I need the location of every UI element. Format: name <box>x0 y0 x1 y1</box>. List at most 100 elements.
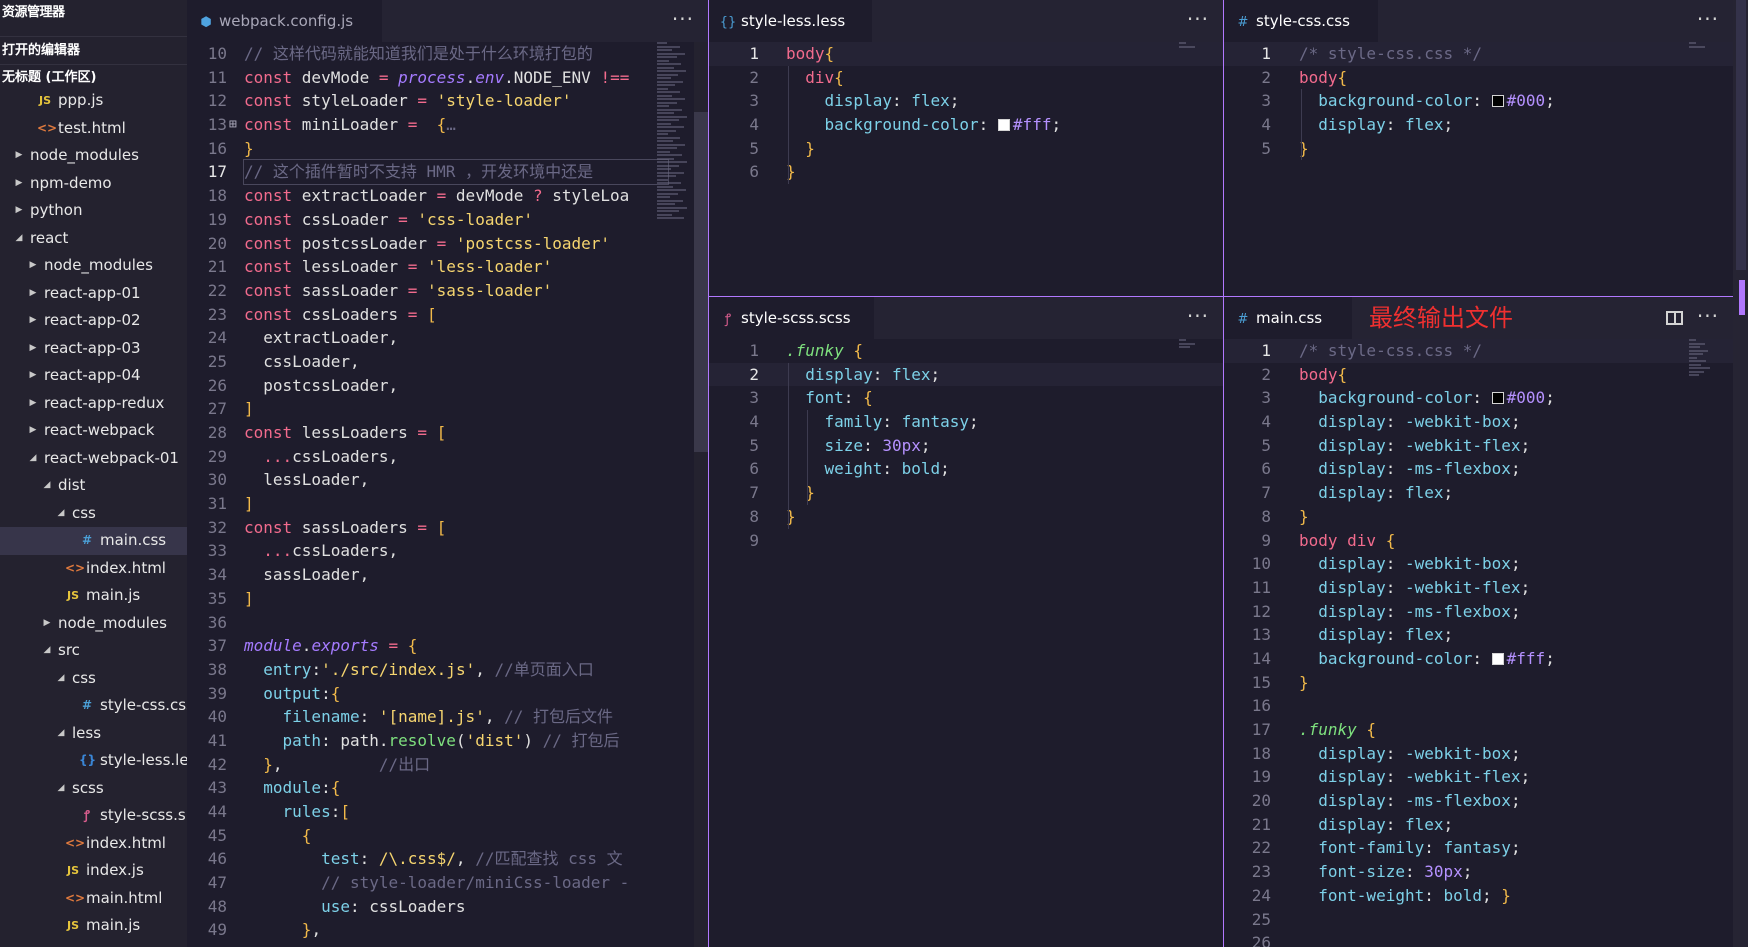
fold-expand-icon[interactable]: ⊞ <box>229 113 237 137</box>
code-area[interactable]: 1 body{2 div{3 display: flex; 4 background… <box>709 42 1223 296</box>
color-swatch[interactable] <box>1491 95 1504 108</box>
chevron-down-icon[interactable]: ◢ <box>56 720 66 748</box>
code-line[interactable]: 40 filename: '[name].js', // 打包后文件 <box>187 705 708 729</box>
chevron-down-icon[interactable]: ◢ <box>14 225 24 253</box>
tree-item[interactable]: ◢ scss <box>0 775 187 803</box>
code-line[interactable]: 4 background-color: #fff; <box>709 113 1223 137</box>
code-area[interactable]: 1/* style-css.css */2 body{3 background-c… <box>1224 42 1733 296</box>
tree-item[interactable]: <> index.html <box>0 555 187 583</box>
tree-item[interactable]: JS ppp.js <box>0 87 187 115</box>
code-line[interactable]: 34 sassLoader, <box>187 563 708 587</box>
chevron-down-icon[interactable]: ◢ <box>28 445 38 473</box>
chevron-down-icon[interactable]: ◢ <box>56 775 66 803</box>
code-line[interactable]: 17 .funky { <box>1224 718 1733 742</box>
code-line[interactable]: 32 const sassLoaders = [ <box>187 516 708 540</box>
code-line[interactable]: 16 <box>1224 694 1733 718</box>
tree-item[interactable]: <> index.html <box>0 830 187 858</box>
tree-item[interactable]: ▶ react-app-01 <box>0 280 187 308</box>
tree-item[interactable]: ◢ dist <box>0 472 187 500</box>
code-line[interactable]: 15} <box>1224 671 1733 695</box>
code-line[interactable]: 3 background-color: #000; <box>1224 386 1733 410</box>
code-line[interactable]: 5 display: -webkit-flex; <box>1224 434 1733 458</box>
vertical-sash[interactable] <box>1223 0 1224 947</box>
tab-webpack-config[interactable]: ⬢ webpack.config.js <box>187 0 382 42</box>
chevron-right-icon[interactable]: ▶ <box>28 252 38 280</box>
chevron-right-icon[interactable]: ▶ <box>28 280 38 308</box>
code-line[interactable]: 16} <box>187 137 708 161</box>
code-line[interactable]: 46 test: /\.css$/, //匹配查找 css 文 <box>187 847 708 871</box>
code-line[interactable]: 48 use: cssLoaders <box>187 895 708 919</box>
chevron-right-icon[interactable]: ▶ <box>28 362 38 390</box>
tree-item[interactable]: JS index.js <box>0 857 187 885</box>
tree-item[interactable]: ▶ react-app-04 <box>0 362 187 390</box>
tab-main-css[interactable]: # main.css <box>1224 297 1352 339</box>
code-line[interactable]: 23 const cssLoaders = [ <box>187 303 708 327</box>
code-line[interactable]: 10 display: -webkit-box; <box>1224 552 1733 576</box>
tree-item[interactable]: ▶ node_modules <box>0 252 187 280</box>
tree-item[interactable]: JS main.js <box>0 912 187 940</box>
code-line[interactable]: 44 rules:[ <box>187 800 708 824</box>
minimap[interactable] <box>1689 42 1713 48</box>
code-area[interactable]: 10 // 这样代码就能知道我们是处于什么环境打包的 11 const devMode… <box>187 42 708 947</box>
tree-item[interactable]: ◢ react <box>0 225 187 253</box>
tree-item[interactable]: ▶ npm-demo <box>0 170 187 198</box>
code-line[interactable]: 3 display: flex; <box>709 89 1223 113</box>
vertical-sash[interactable] <box>708 0 709 947</box>
code-line[interactable]: 12 const styleLoader = 'style-loader' <box>187 89 708 113</box>
color-swatch[interactable] <box>1491 392 1504 405</box>
chevron-down-icon[interactable]: ◢ <box>56 500 66 528</box>
code-line[interactable]: 2 div{ <box>709 66 1223 90</box>
chevron-right-icon[interactable]: ▶ <box>14 197 24 225</box>
code-line[interactable]: 43 module:{ <box>187 776 708 800</box>
tree-item[interactable]: ▶ node_modules <box>0 142 187 170</box>
code-line[interactable]: 1 /* style-css.css */ <box>1224 42 1733 66</box>
code-line[interactable]: 4 family: fantasy; <box>709 410 1223 434</box>
code-line[interactable]: 9 <box>709 529 1223 553</box>
tree-item[interactable]: ▶ react-webpack <box>0 417 187 445</box>
code-line[interactable]: 26 postcssLoader, <box>187 374 708 398</box>
code-line[interactable]: 35] <box>187 587 708 611</box>
code-line[interactable]: 1 body{ <box>709 42 1223 66</box>
tree-item[interactable]: ▶ react-app-02 <box>0 307 187 335</box>
code-line[interactable]: 28 const lessLoaders = [ <box>187 421 708 445</box>
tree-item[interactable]: # style-css.css <box>0 692 187 720</box>
code-line[interactable]: 21 const lessLoader = 'less-loader' <box>187 255 708 279</box>
code-line[interactable]: 14 background-color: #fff; <box>1224 647 1733 671</box>
code-line[interactable]: 41 path: path.resolve('dist') // 打包后 <box>187 729 708 753</box>
code-line[interactable]: 8} <box>709 505 1223 529</box>
code-line[interactable]: 26 <box>1224 931 1733 947</box>
code-line[interactable]: 30 lessLoader, <box>187 468 708 492</box>
more-actions-icon[interactable]: ··· <box>1187 0 1209 42</box>
minimap[interactable] <box>1689 339 1713 379</box>
code-line[interactable]: 2 body{ <box>1224 66 1733 90</box>
code-line[interactable]: 20 const postcssLoader = 'postcss-loader' <box>187 232 708 256</box>
scrollbar-thumb[interactable] <box>694 112 708 452</box>
tree-item[interactable]: ◢ src <box>0 637 187 665</box>
chevron-right-icon[interactable]: ▶ <box>28 335 38 363</box>
tree-item[interactable]: ◢ less <box>0 720 187 748</box>
color-swatch[interactable] <box>1491 652 1504 665</box>
minimap[interactable] <box>1179 42 1203 50</box>
code-line[interactable]: 49 }, <box>187 918 708 942</box>
outer-scrollbar-thumb[interactable] <box>1736 0 1746 270</box>
code-line[interactable]: 19 display: -webkit-flex; <box>1224 765 1733 789</box>
code-line[interactable]: 11 const devMode = process.env.NODE_ENV !… <box>187 66 708 90</box>
vertical-scrollbar[interactable] <box>694 42 708 947</box>
tree-item[interactable]: <> main.html <box>0 885 187 913</box>
code-line[interactable]: 9 body div { <box>1224 529 1733 553</box>
code-line[interactable]: 25 <box>1224 908 1733 932</box>
code-line[interactable]: 47 // style-loader/miniCss-loader - <box>187 871 708 895</box>
chevron-right-icon[interactable]: ▶ <box>14 142 24 170</box>
code-line[interactable]: 1 /* style-css.css */ <box>1224 339 1733 363</box>
chevron-down-icon[interactable]: ◢ <box>42 637 52 665</box>
tree-item[interactable]: {}style-less.le... <box>0 747 187 775</box>
horizontal-sash[interactable] <box>709 296 1733 297</box>
code-line[interactable]: 39 output:{ <box>187 682 708 706</box>
code-line[interactable]: 25 cssLoader, <box>187 350 708 374</box>
tab-style-scss[interactable]: ꝭ style-scss.scss <box>709 297 874 339</box>
tree-item[interactable]: JS main.js <box>0 582 187 610</box>
minimap[interactable] <box>1179 339 1203 349</box>
outer-scrollbar[interactable] <box>1733 0 1748 947</box>
code-line[interactable]: 11 display: -webkit-flex; <box>1224 576 1733 600</box>
code-line[interactable]: 3 font: { <box>709 386 1223 410</box>
